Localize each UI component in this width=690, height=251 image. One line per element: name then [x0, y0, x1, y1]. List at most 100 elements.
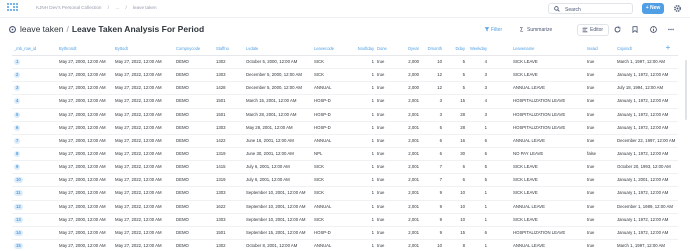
column-header-dday[interactable]: Dday [444, 43, 465, 55]
table-row[interactable]: 6 May 27, 2000, 12:00 AM May 27, 2022, 12:… [12, 122, 678, 135]
row-id-pill[interactable]: 2 [14, 72, 21, 79]
cell-bythrondt: May 27, 2000, 12:00 AM [59, 111, 106, 117]
cell-dday: 10 [460, 203, 465, 209]
breadcrumb-table[interactable]: leave taken [133, 5, 157, 10]
cell-dday: 5 [462, 85, 465, 91]
cell-bythrondt: May 27, 2000, 12:00 AM [59, 98, 106, 104]
cell-dday: 28 [460, 111, 465, 117]
info-icon[interactable] [650, 26, 657, 33]
cell-row-id[interactable]: 14 [14, 227, 44, 239]
table-row[interactable]: 3 May 27, 2000, 12:00 AM May 27, 2022, 12:… [12, 82, 678, 96]
table-row[interactable]: 11 May 27, 2000, 12:00 AM May 27, 2022, 12… [12, 187, 678, 201]
row-id-pill[interactable]: 8 [14, 150, 21, 157]
column-header-leavename[interactable]: Leavename [513, 43, 585, 55]
bookmark-icon[interactable] [632, 26, 638, 33]
cell-leavename: SICK LEAVE [513, 190, 538, 196]
column-header-leavecode[interactable]: Leavecode [314, 43, 350, 55]
column-header-weekday[interactable]: Weekday [467, 43, 487, 55]
column-header-staffno[interactable]: Staffno [216, 43, 244, 55]
cell-row-id[interactable]: 12 [14, 201, 44, 213]
row-id-pill[interactable]: 4 [14, 98, 21, 105]
add-column-button[interactable]: + [663, 43, 673, 53]
table-row[interactable]: 14 May 27, 2000, 12:00 AM May 27, 2022, 12… [12, 227, 678, 240]
cell-weekday: 1 [484, 203, 487, 209]
row-id-pill[interactable]: 14 [14, 229, 23, 236]
column-header-nooftday[interactable]: Nooftday [353, 43, 374, 55]
cell-csjoindt: December 1, 1989, 12:00 AM [617, 203, 673, 209]
table-name-link[interactable]: leave taken [20, 24, 63, 34]
new-button[interactable]: + New [642, 3, 664, 14]
cell-isvaid: true [587, 216, 595, 222]
row-id-pill[interactable]: 9 [14, 164, 21, 171]
column-header-lvdate[interactable]: Lvdate [246, 43, 312, 55]
cell-staffno: 1428 [216, 85, 226, 91]
table-row[interactable]: 13 May 27, 2000, 12:00 AM May 27, 2022, 12… [12, 214, 678, 227]
cell-row-id[interactable]: 5 [14, 109, 44, 121]
breadcrumb-collection[interactable]: KJNH Dev's Personal Collection [36, 5, 101, 10]
breadcrumb-ellipsis[interactable]: ... [115, 5, 119, 10]
cell-dday: 6 [462, 177, 465, 183]
cell-row-id[interactable]: 9 [14, 161, 44, 173]
search-box[interactable]: Search [548, 3, 633, 14]
column-header-dyear[interactable]: Dyear [398, 43, 419, 55]
cell-leavecode: HOSP-D [314, 229, 331, 235]
summarize-button[interactable]: Summarize [527, 24, 552, 36]
refresh-icon[interactable] [614, 26, 621, 33]
cell-row-id[interactable]: 8 [14, 148, 44, 160]
vertical-scrollbar[interactable] [685, 60, 687, 120]
cell-dmonth: 6 [439, 150, 442, 156]
table-row[interactable]: 7 May 27, 2000, 12:00 AM May 27, 2022, 12:… [12, 135, 678, 148]
metabase-logo-icon[interactable] [7, 3, 21, 14]
cell-row-id[interactable]: 15 [14, 240, 44, 251]
gear-icon[interactable] [673, 4, 682, 13]
cell-row-id[interactable]: 11 [14, 187, 44, 199]
row-id-pill[interactable]: 13 [14, 216, 23, 223]
cell-row-id[interactable]: 1 [14, 56, 44, 68]
cell-row-id[interactable]: 7 [14, 135, 44, 147]
table-row[interactable]: 4 May 27, 2000, 12:00 AM May 27, 2022, 12:… [12, 95, 678, 109]
row-id-pill[interactable]: 15 [14, 242, 23, 249]
question-title[interactable]: Leave Taken Analysis For Period [72, 24, 204, 34]
cell-row-id[interactable]: 10 [14, 174, 44, 186]
cell-dmonth: 3 [439, 98, 442, 104]
row-id-pill[interactable]: 7 [14, 137, 21, 144]
table-row[interactable]: 9 May 27, 2000, 12:00 AM May 27, 2022, 12:… [12, 161, 678, 175]
column-header-byttodt[interactable]: Byttodt [115, 43, 173, 55]
row-id-pill[interactable]: 10 [14, 177, 23, 184]
more-options-icon[interactable] [667, 26, 675, 33]
cell-isvaid: true [587, 203, 595, 209]
cell-csjoindt: March 1, 1997, 12:00 AM [617, 242, 666, 248]
column-header-row-id[interactable]: _mb_row_id [14, 43, 44, 55]
cell-row-id[interactable]: 2 [14, 69, 44, 81]
column-header-bythrondt[interactable]: Bythrondt [59, 43, 113, 55]
cell-isvaid: true [587, 164, 595, 170]
filter-button[interactable]: Filter [491, 24, 502, 36]
editor-button[interactable]: Editor [577, 24, 610, 36]
column-header-done[interactable]: Done [377, 43, 395, 55]
row-id-pill[interactable]: 5 [14, 111, 21, 118]
cell-row-id[interactable]: 4 [14, 95, 44, 107]
column-header-compnycode[interactable]: Compnycode [176, 43, 214, 55]
column-header-isvaid[interactable]: Isvaid [587, 43, 609, 55]
cell-nooftday: 1 [371, 137, 374, 143]
table-row[interactable]: 5 May 27, 2000, 12:00 AM May 27, 2022, 12:… [12, 109, 678, 122]
table-row[interactable]: 10 May 27, 2000, 12:00 AM May 27, 2022, 12… [12, 174, 678, 188]
cell-row-id[interactable]: 3 [14, 82, 44, 94]
row-id-pill[interactable]: 12 [14, 203, 23, 210]
cell-row-id[interactable]: 13 [14, 214, 44, 226]
row-id-pill[interactable]: 11 [14, 190, 23, 197]
table-row[interactable]: 15 May 27, 2000, 12:00 AM May 27, 2022, 12… [12, 240, 678, 251]
table-row[interactable]: 1 May 27, 2000, 12:00 AM May 27, 2022, 12:… [12, 56, 678, 70]
cell-done: true [377, 242, 385, 248]
row-id-pill[interactable]: 1 [14, 59, 21, 65]
cell-dmonth: 9 [439, 190, 442, 196]
table-row[interactable]: 2 May 27, 2000, 12:00 AM May 27, 2022, 12:… [12, 69, 678, 83]
cell-leavecode: ANNUAL [314, 203, 332, 209]
table-row[interactable]: 12 May 27, 2000, 12:00 AM May 27, 2022, 12… [12, 201, 678, 214]
row-id-pill[interactable]: 6 [14, 124, 21, 131]
cell-dyear: 2,001 [408, 150, 419, 156]
table-row[interactable]: 8 May 27, 2000, 12:00 AM May 27, 2022, 12:… [12, 148, 678, 162]
column-header-dmonth[interactable]: Dmonth [421, 43, 442, 55]
cell-row-id[interactable]: 6 [14, 122, 44, 134]
row-id-pill[interactable]: 3 [14, 85, 21, 92]
